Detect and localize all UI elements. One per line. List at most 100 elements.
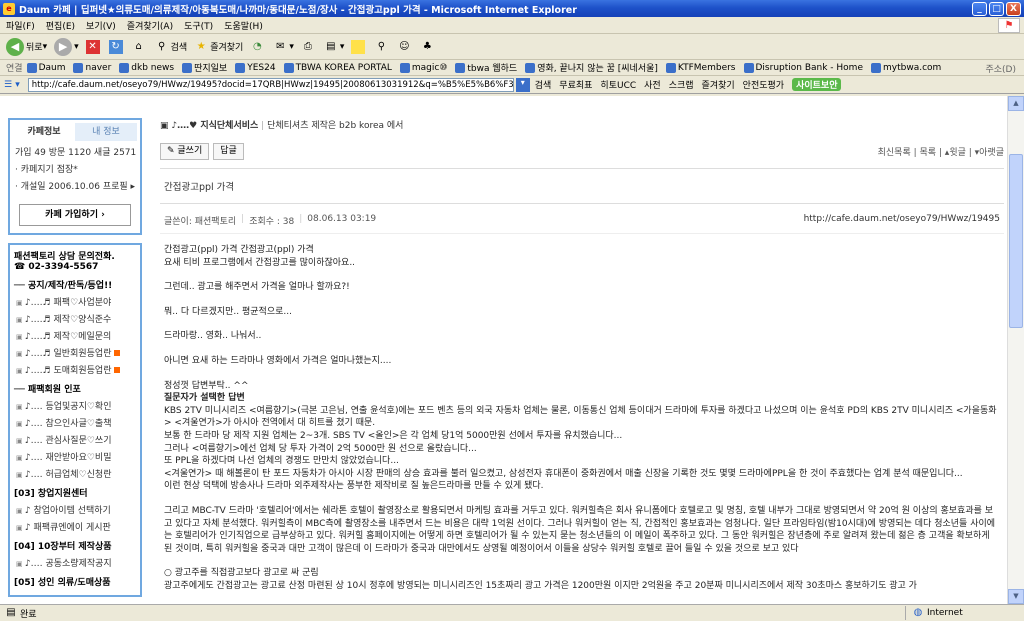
board-link[interactable]: ♪‥‥♬ 제작♡양식준수	[16, 312, 136, 325]
toolbar-scrap[interactable]: 스크랩	[669, 78, 694, 91]
reply-button[interactable]: 답글	[213, 143, 244, 160]
post-line: 아니면 요새 하는 드라마나 영화에서 가격은 얼마나했는지....	[164, 355, 392, 366]
notes-button[interactable]	[351, 39, 367, 54]
board-link[interactable]: ♪‥‥ 관심사질문♡쓰기	[16, 433, 136, 446]
stop-button[interactable]: ✕	[85, 39, 102, 54]
post-date: 08.06.13 03:19	[307, 214, 377, 224]
menu-edit[interactable]: 편집(E)	[46, 19, 75, 32]
page-content: 카페정보 내 정보 가입 49 방문 1120 새글 2571 · 카페지기 점…	[0, 96, 1024, 604]
post-line: 드라마랑.. 영화.. 나눠서..	[164, 331, 262, 342]
window-titlebar[interactable]: e Daum 카페 | 딥퍼넷★의류도매/의류제작/아동복도매/나까마/동대문/…	[0, 0, 1024, 17]
address-input[interactable]: http://cafe.daum.net/oseyo79/HWwz/19495?…	[27, 77, 514, 92]
post-line: 요새 티비 프로그램에서 간접광고를 많이하잖아요..	[164, 257, 356, 268]
status-text: 완료	[20, 609, 37, 620]
site-security-button[interactable]: 사이트보안	[792, 78, 842, 91]
home-button[interactable]: ⌂	[132, 40, 148, 54]
toolbar-ucc[interactable]: 히토UCC	[600, 78, 636, 91]
menu-tools[interactable]: 도구(T)	[184, 19, 213, 32]
link-tbwa-portal[interactable]: TBWA KOREA PORTAL	[284, 63, 392, 73]
board-link[interactable]: ♪‥‥ 재안받아요♡비밀	[16, 450, 136, 463]
favorites-button[interactable]: ★ 즐겨찾기	[194, 40, 244, 54]
users-button[interactable]: ♣	[420, 40, 436, 54]
link-disruption-bank[interactable]: Disruption Bank - Home	[744, 63, 864, 73]
board-link[interactable]: ♪‥‥♬ 도매회원등업란	[16, 363, 136, 376]
tab-cafe-info[interactable]: 카페정보	[13, 123, 75, 141]
post-line: 보통 한 드라마 당 제작 지원 업체는 2~3개. SBS TV <올인>은 …	[164, 430, 623, 441]
post-line: 그리고 MBC-TV 드라마 '호텔리어'에서는 쉐라톤 호텔이 촬영장소로 활…	[164, 505, 996, 554]
history-button[interactable]: ◔	[250, 40, 266, 54]
board-link[interactable]: ♪‥‥ 등업및공지♡확인	[16, 399, 136, 412]
vertical-scrollbar[interactable]: ▲ ▼	[1007, 96, 1024, 604]
menu-favorites[interactable]: 즐겨찾기(A)	[127, 19, 173, 32]
link-yes24[interactable]: YES24	[235, 63, 275, 73]
go-button[interactable]: ▾	[515, 77, 530, 92]
toolbar-dictionary[interactable]: 사전	[644, 78, 661, 91]
link-daum[interactable]: Daum	[27, 63, 66, 73]
scroll-down-arrow-icon[interactable]: ▼	[1008, 589, 1024, 604]
maximize-button[interactable]: □	[989, 1, 1004, 16]
note-icon	[351, 39, 366, 54]
board-link[interactable]: ♪‥‥♬ 제작♡메일문의	[16, 329, 136, 342]
link-ktf-members[interactable]: KTFMembers	[666, 63, 736, 73]
page-icon: ▤	[6, 607, 16, 618]
menu-view[interactable]: 보기(V)	[86, 19, 116, 32]
address-bar: ☰ ▾ http://cafe.daum.net/oseyo79/HWwz/19…	[0, 76, 1024, 94]
address-label: 주소(D)	[985, 65, 1016, 75]
menu-section-title: ── 패팩회원 인포	[14, 385, 81, 395]
print-button[interactable]: ⎙	[301, 40, 317, 54]
link-tbwa-webhard[interactable]: tbwa 웹하드	[455, 61, 517, 74]
toolbar-favorites[interactable]: 즐겨찾기	[702, 78, 735, 91]
minimize-button[interactable]: _	[972, 1, 987, 16]
link-cine-seoul[interactable]: 영화, 끝나지 않는 꿈 [씨네서울]	[525, 61, 658, 74]
research-button[interactable]: ⚲	[374, 40, 390, 54]
scroll-thumb[interactable]	[1009, 154, 1023, 328]
messenger-button[interactable]: ☺	[397, 40, 413, 54]
search-icon: ⚲	[157, 40, 166, 52]
close-button[interactable]: X	[1006, 1, 1021, 16]
menu-bar: 파일(F) 편집(E) 보기(V) 즐겨찾기(A) 도구(T) 도움말(H) ⚑	[0, 17, 1024, 34]
menu-section-title: [05] 성인 의류/도매상품	[14, 578, 111, 588]
users-icon: ♣	[422, 40, 432, 52]
post-url[interactable]: http://cafe.daum.net/oseyo79/HWwz/19495	[804, 214, 1000, 227]
link-magic[interactable]: magic⑩	[400, 63, 448, 73]
answer-heading: 질문자가 설택한 답변	[164, 393, 245, 404]
globe-icon: ◍	[913, 607, 923, 618]
link-ddanzi[interactable]: 딴지일보	[182, 61, 227, 74]
link-naver[interactable]: naver	[73, 63, 111, 73]
back-button[interactable]: ◀ 뒤로 ▾	[6, 37, 47, 56]
board-link[interactable]: ♪‥‥♬ 패팩♡사업분야	[16, 295, 136, 308]
mail-button[interactable]: ✉ ▾	[273, 40, 294, 54]
board-link[interactable]: ♪ 패팩큐엔에이 게시판	[16, 520, 136, 533]
join-cafe-button[interactable]: 카페 가입하기 ›	[19, 204, 131, 226]
write-button[interactable]: ✎ 글쓰기	[160, 143, 210, 160]
post-line: 이런 현상 덕택에 방송사나 드라마 외주제작사는 풍부한 제작비로 질 높은드…	[164, 481, 544, 492]
edit-icon: ▤	[326, 40, 336, 52]
search-button[interactable]: ⚲ 검색	[155, 40, 187, 54]
menu-help[interactable]: 도움말(H)	[224, 19, 263, 32]
link-mytbwa[interactable]: mytbwa.com	[871, 63, 941, 73]
link-dkb-news[interactable]: dkb news	[119, 63, 174, 73]
board-name[interactable]: ♪‥‥♥ 지식단체서비스	[171, 121, 258, 131]
refresh-button[interactable]: ↻	[108, 39, 125, 54]
board-link[interactable]: ♪‥‥ 공동소량제작공지	[16, 556, 136, 569]
toolbar-search[interactable]: 검색	[535, 78, 552, 91]
menu-section-title: ── 공지/제작/판독/등업!!	[14, 281, 113, 291]
cafe-stats: 가입 49 방문 1120 새글 2571	[15, 148, 137, 158]
board-link[interactable]: ♪‥‥♬ 일반회원등업란	[16, 346, 136, 359]
tab-my-info[interactable]: 내 정보	[75, 123, 137, 141]
edit-button[interactable]: ▤ ▾	[324, 40, 344, 54]
daum-toolbar-logo: ☰ ▾	[4, 79, 20, 90]
forward-button[interactable]: ▶ ▾	[54, 37, 79, 56]
contact-phone: ☎ 02-3394-5567	[14, 262, 99, 272]
board-link[interactable]: ♪ 창업아이템 선택하기	[16, 503, 136, 516]
post-line: ○ 광고주를 직접광고보다 광고로 싸 군림	[164, 568, 319, 579]
toolbar-free[interactable]: 무료최표	[559, 78, 592, 91]
post-line: KBS 2TV 미니시리즈 <여름향기>(극본 고은님, 연출 윤석호)에는 포…	[164, 405, 997, 429]
board-link[interactable]: ♪‥‥ 허급업체♡신청란	[16, 467, 136, 480]
post-navigation[interactable]: 최신목록 | 목록 | ▴윗글 | ▾아랫글	[878, 145, 1004, 158]
post-author[interactable]: 글쓴이: 패션팩토리	[164, 214, 236, 227]
menu-file[interactable]: 파일(F)	[6, 19, 35, 32]
scroll-up-arrow-icon[interactable]: ▲	[1008, 96, 1024, 111]
board-link[interactable]: ♪‥‥ 참으인사글♡출책	[16, 416, 136, 429]
toolbar-safety[interactable]: 안전도평가	[743, 78, 784, 91]
